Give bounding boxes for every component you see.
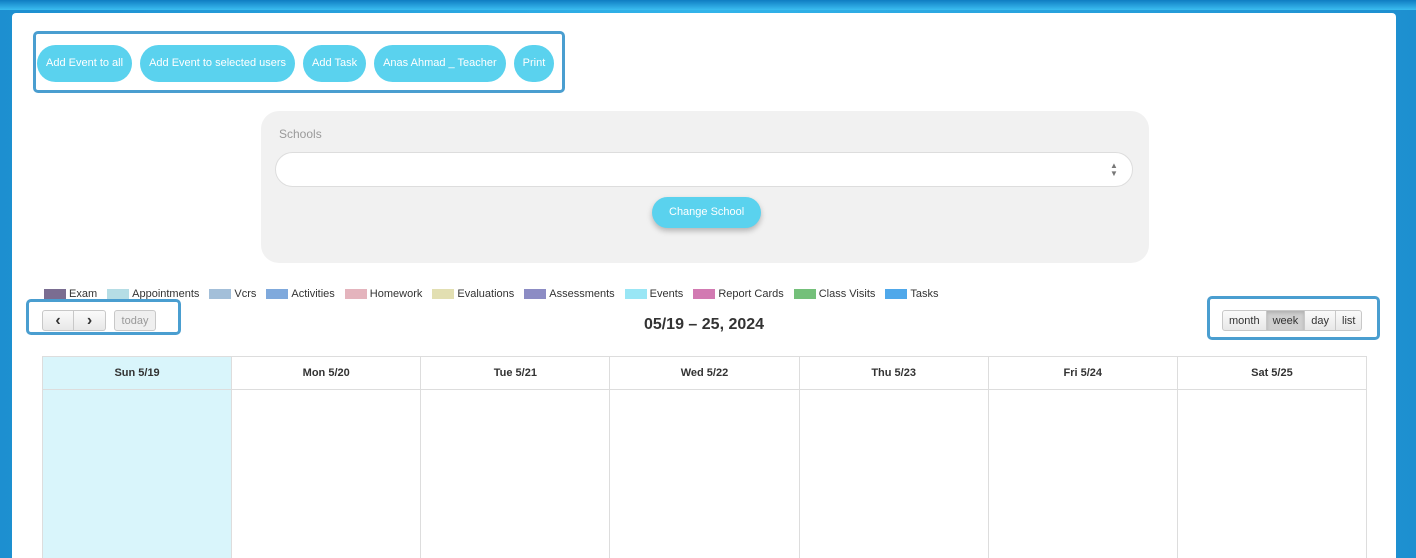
legend-swatch (793, 289, 816, 299)
day-cell[interactable] (421, 390, 611, 558)
legend-swatch (885, 289, 908, 299)
add-event-to-selected-users-button[interactable]: Add Event to selected users (140, 45, 296, 82)
legend-label: Activities (291, 288, 335, 300)
legend-swatch (432, 289, 455, 299)
legend-item: Activities (266, 288, 335, 300)
main-panel: Add Event to all Add Event to selected u… (12, 13, 1396, 558)
week-calendar-grid: Sun 5/19 Mon 5/20 Tue 5/21 Wed 5/22 Thu … (42, 356, 1367, 558)
legend-item: Events (624, 288, 684, 300)
legend-item: Tasks (885, 288, 939, 300)
event-legend: Exam Appointments Vcrs Activities Homewo… (44, 288, 949, 300)
day-cell[interactable] (610, 390, 800, 558)
week-view-button[interactable]: week (1266, 310, 1306, 331)
legend-swatch (266, 289, 289, 299)
legend-item: Report Cards (693, 288, 784, 300)
legend-item: Homework (344, 288, 423, 300)
add-event-to-all-button[interactable]: Add Event to all (37, 45, 133, 82)
top-toolbar: Add Event to all Add Event to selected u… (37, 45, 555, 82)
month-view-button[interactable]: month (1222, 310, 1267, 331)
day-view-button[interactable]: day (1305, 310, 1337, 331)
day-cell[interactable] (232, 390, 422, 558)
legend-item: Vcrs (209, 288, 256, 300)
select-arrows-icon: ▲ ▼ (1110, 161, 1118, 178)
legend-swatch (693, 289, 716, 299)
legend-swatch (524, 289, 547, 299)
print-button[interactable]: Print (513, 45, 555, 82)
list-view-button[interactable]: list (1336, 310, 1363, 331)
schools-select[interactable]: ▲ ▼ (275, 152, 1133, 187)
app-frame: Add Event to all Add Event to selected u… (0, 0, 1416, 558)
legend-label: Vcrs (234, 288, 257, 300)
day-header: Tue 5/21 (421, 357, 611, 390)
day-header: Mon 5/20 (232, 357, 422, 390)
user-button[interactable]: Anas Ahmad _ Teacher (374, 45, 506, 82)
legend-label: Homework (369, 288, 423, 300)
day-header: Sat 5/25 (1177, 357, 1367, 390)
day-header: Thu 5/23 (799, 357, 989, 390)
legend-swatch (209, 289, 232, 299)
day-header: Wed 5/22 (610, 357, 800, 390)
legend-label: Report Cards (718, 288, 784, 300)
legend-item: Class Visits (793, 288, 876, 300)
legend-swatch (624, 289, 647, 299)
legend-label: Class Visits (818, 288, 876, 300)
change-school-button[interactable]: Change School (652, 197, 762, 228)
day-cell[interactable] (1178, 390, 1367, 558)
day-cell[interactable] (989, 390, 1178, 558)
legend-label: Tasks (910, 288, 939, 300)
view-switcher: month week day list (1222, 310, 1363, 331)
day-cell[interactable] (800, 390, 989, 558)
legend-label: Events (649, 288, 684, 300)
day-header: Fri 5/24 (988, 357, 1178, 390)
add-task-button[interactable]: Add Task (303, 45, 367, 82)
legend-swatch (344, 289, 367, 299)
schools-panel: Schools ▲ ▼ Change School (261, 111, 1149, 263)
day-cell[interactable] (43, 390, 233, 558)
day-header: Sun 5/19 (43, 357, 233, 390)
legend-label: Evaluations (457, 288, 515, 300)
legend-item: Evaluations (432, 288, 514, 300)
legend-item: Assessments (524, 288, 615, 300)
calendar-title: 05/19 – 25, 2024 (643, 316, 765, 333)
legend-swatch (107, 289, 130, 299)
schools-label: Schools (279, 127, 322, 141)
legend-label: Assessments (549, 288, 615, 300)
legend-swatch (44, 289, 66, 299)
